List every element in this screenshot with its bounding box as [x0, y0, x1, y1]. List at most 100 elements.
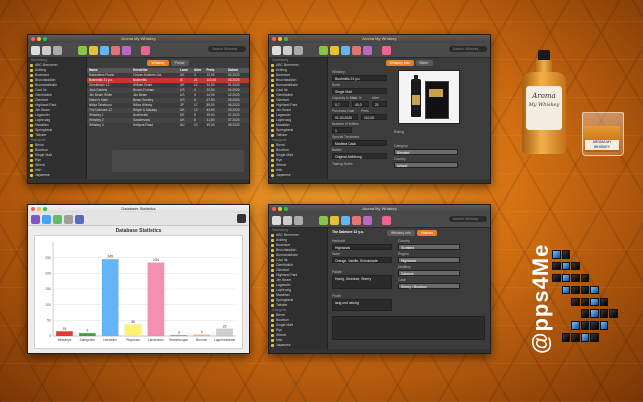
chart-line-icon[interactable] [42, 214, 51, 224]
chart-area-icon[interactable] [64, 214, 73, 224]
tab-whiskey-info[interactable]: Whiskey Info [387, 230, 416, 236]
special-field[interactable]: Madeira Cask [332, 140, 387, 146]
nose-field[interactable]: Orange, Vanille, Schokolade [332, 257, 392, 263]
whiskey-bottle-image: Aroma My Whiskey [518, 50, 570, 155]
favorite-icon[interactable] [382, 215, 391, 225]
export-icon[interactable] [100, 45, 109, 55]
favorite-icon[interactable] [382, 45, 391, 55]
tab-images[interactable]: Bilder [415, 60, 433, 66]
nose-label: Nose [332, 252, 340, 256]
bar-value-label: 15 [62, 327, 66, 331]
chart-icon[interactable] [319, 45, 328, 55]
detail-content: Whiskey Info Bilder Whiskey Bushmills 21… [328, 58, 490, 183]
details-panel [112, 150, 244, 172]
bar [216, 328, 233, 337]
sidebar-item[interactable]: Talisker [269, 303, 327, 308]
chart-pie-icon[interactable] [53, 214, 62, 224]
notes-content: The Dalmore 12 y.o. Whiskey Info Notizen… [328, 228, 490, 353]
brand-tile [599, 297, 608, 306]
name-field[interactable]: Bushmills 21 y.o. [332, 75, 387, 81]
distillery-dropdown[interactable]: Dalmore [398, 270, 460, 276]
palate-field[interactable]: Honig, Gewürze, Sherry [332, 275, 392, 289]
table-row[interactable]: Whiskey 3 Hellyers Road AU 10 49,00 08.2020 [87, 123, 249, 128]
table-cell: Whiskey 3 [89, 123, 104, 127]
brand-tiles [552, 250, 622, 350]
chart-options-icon[interactable] [75, 214, 84, 224]
new-icon[interactable] [31, 45, 40, 55]
whiskey-icon[interactable] [330, 215, 339, 225]
bottles-field[interactable]: 1 [332, 127, 352, 133]
whiskey-icon[interactable] [89, 45, 98, 55]
export-chart-icon[interactable] [237, 214, 246, 223]
x-tick-label: Lagerbestände [214, 338, 235, 342]
y-tick-label: 250 [45, 256, 51, 260]
search-input[interactable]: Search Whiskey [449, 216, 487, 222]
capacity-field[interactable]: 0,7 [332, 101, 349, 107]
price-field[interactable]: 110,00 [361, 114, 387, 120]
finish-field[interactable]: lang und würzig [332, 299, 392, 311]
favorite-icon[interactable] [141, 45, 150, 55]
sidebar-item[interactable]: Japanese [269, 173, 327, 178]
category-dropdown[interactable]: Blended [394, 149, 458, 155]
purchase-field[interactable]: 01.03.2020 [332, 114, 358, 120]
bottler-field[interactable]: Original Abfüllung [332, 153, 387, 159]
category-label: Category [394, 144, 408, 148]
list-window: Aroma My Whiskey Search Whiskey Sammlung… [27, 34, 250, 184]
tab-notes[interactable]: Notizen [417, 230, 437, 236]
rating-stars[interactable]: ★★★★★★★★★★ [277, 353, 281, 354]
rating-label: Rating [394, 130, 404, 134]
sidebar-item[interactable]: Japanese [269, 343, 327, 348]
sidebar-item[interactable]: Talisker [28, 133, 86, 138]
brand-tile [571, 321, 580, 330]
share-icon[interactable] [363, 215, 372, 225]
print-icon[interactable] [111, 45, 120, 55]
export-icon[interactable] [341, 45, 350, 55]
bar-value-label: 245 [107, 255, 113, 259]
share-icon[interactable] [122, 45, 131, 55]
country-dropdown[interactable]: Ireland [394, 162, 458, 168]
finish-label: Finish [332, 294, 342, 298]
tab-whiskey-info[interactable]: Whiskey Info [385, 60, 414, 66]
bar [78, 333, 96, 337]
type-field[interactable]: Single Malt [332, 88, 387, 94]
print-icon[interactable] [352, 45, 361, 55]
delete-icon[interactable] [53, 45, 62, 55]
list-content: Whiskey Preise Name Hersteller Land Alter Pr… [87, 58, 249, 183]
chart-icon[interactable] [319, 215, 328, 225]
new-icon[interactable] [272, 45, 281, 55]
print-icon[interactable] [352, 215, 361, 225]
new-icon[interactable] [272, 215, 281, 225]
special-label: Special Treatment [332, 135, 360, 139]
edit-icon[interactable] [283, 45, 292, 55]
rating-stars[interactable]: ★★★★★★★★★★ [36, 183, 40, 184]
sidebar-item[interactable]: Japanese [28, 173, 86, 178]
bar [124, 324, 142, 337]
delete-icon[interactable] [294, 215, 303, 225]
edit-icon[interactable] [42, 45, 51, 55]
tab-prices[interactable]: Preise [170, 60, 189, 66]
whiskey-icon[interactable] [330, 45, 339, 55]
whiskey-image[interactable] [398, 70, 460, 124]
country-dropdown[interactable]: Scotland [398, 244, 460, 250]
export-icon[interactable] [341, 215, 350, 225]
edit-icon[interactable] [283, 215, 292, 225]
region-dropdown[interactable]: Highlands [398, 257, 460, 263]
share-icon[interactable] [363, 45, 372, 55]
tab-whiskey[interactable]: Whiskey [147, 60, 169, 66]
rating-stars[interactable]: ★★★★★★★★★★ [277, 183, 281, 184]
delete-icon[interactable] [294, 45, 303, 55]
x-tick-label: Hersteller [103, 338, 118, 342]
chart-bar-icon[interactable] [31, 214, 40, 224]
cask-dropdown[interactable]: Sherry / Bourbon [398, 283, 460, 289]
brand-tile [561, 261, 570, 271]
search-input[interactable]: Search Whiskey [449, 46, 487, 52]
chart-icon[interactable] [78, 45, 87, 55]
alc-label: Vol. % [352, 96, 362, 100]
search-input[interactable]: Search Whiskey [208, 46, 246, 52]
brand-tile [571, 297, 580, 306]
notes-textarea[interactable] [332, 316, 485, 340]
age-field[interactable]: 21 [372, 101, 387, 107]
origin-field[interactable]: Highlands [332, 244, 392, 250]
alc-field[interactable]: 40,0 [352, 101, 369, 107]
sidebar-item[interactable]: Talisker [269, 133, 327, 138]
